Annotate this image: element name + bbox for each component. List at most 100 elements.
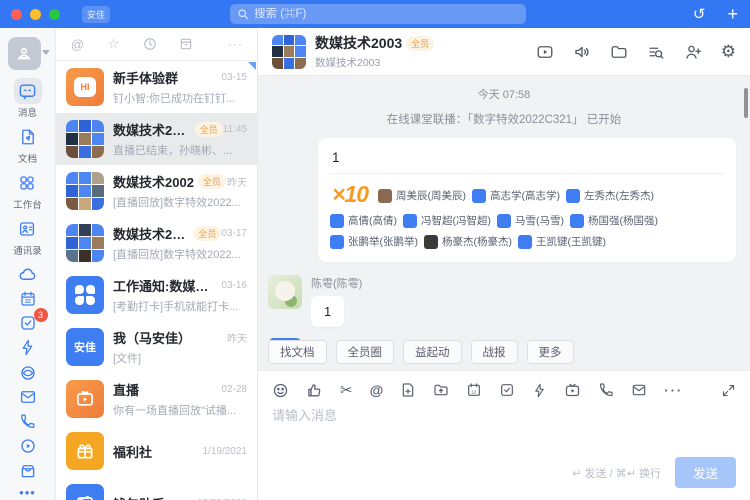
message: 陈雩(陈雩) 1: [268, 275, 750, 327]
sender-avatar[interactable]: [268, 338, 302, 340]
member-chip[interactable]: 杨国强(杨国强): [570, 213, 658, 228]
quick-action-find-doc[interactable]: 找文档: [268, 340, 327, 364]
like-multiplier: ×10: [332, 181, 368, 208]
chat-list-item-worknotice[interactable]: 工作通知:数媒技术...03-16 [考勤打卡]手机就能打卡...: [56, 269, 257, 321]
message-bubble[interactable]: 1: [311, 296, 344, 327]
scrollbar-thumb[interactable]: [744, 88, 748, 118]
avatar: [518, 235, 532, 249]
chat-list-item-2004[interactable]: 数媒技术2004全员03-17 [直播回放]数字特效2022...: [56, 217, 257, 269]
quick-action-report[interactable]: 战报: [471, 340, 518, 364]
quick-action-charity[interactable]: 益起动: [403, 340, 462, 364]
sidebar-item-clouddisk[interactable]: [15, 262, 41, 287]
member-chip[interactable]: 杨豪杰(杨豪杰): [424, 234, 512, 249]
document-icon: [14, 124, 42, 150]
expand-icon[interactable]: [721, 383, 736, 398]
sender-name: 王凯键(王凯键): [311, 338, 384, 340]
group-avatar: [66, 224, 104, 262]
gear-icon[interactable]: ⚙: [721, 42, 736, 62]
minimize-window-button[interactable]: [30, 9, 41, 20]
message-input[interactable]: [272, 405, 736, 455]
sidebar-item-docs[interactable]: 文档: [14, 124, 42, 165]
group-avatar: [66, 120, 104, 158]
sidebar-item-messages[interactable]: 消息: [14, 78, 42, 119]
mail-icon[interactable]: [631, 382, 647, 398]
member-chip[interactable]: 高志学(高志学): [472, 188, 560, 203]
send-button[interactable]: 发送: [675, 457, 736, 488]
thumbs-up-icon[interactable]: [306, 382, 323, 399]
live-video-icon[interactable]: [536, 43, 554, 61]
mention-filter-icon[interactable]: @: [70, 37, 85, 52]
member-chip[interactable]: 高倩(高倩): [330, 213, 397, 228]
calendar-icon[interactable]: 12: [466, 382, 482, 398]
mention-icon[interactable]: @: [370, 382, 384, 398]
chat-list-item-2003[interactable]: 数媒技术2003全员11:45 直播已结束，孙晓彬、...: [56, 113, 257, 165]
chat-list-item-welfare[interactable]: 福利社1/19/2021: [56, 425, 257, 477]
quick-action-more[interactable]: 更多: [527, 340, 574, 364]
sidebar-item-workbench[interactable]: 工作台: [13, 170, 42, 211]
sidebar-item-mail[interactable]: [15, 385, 41, 410]
phone-call-icon[interactable]: [598, 382, 614, 398]
sidebar-item-disc[interactable]: [15, 360, 41, 385]
chat-pane: 数媒技术2003 全员 数媒技术2003 ⚙ 今天 07:58 在线课堂联播：「…: [258, 28, 750, 500]
speaker-icon[interactable]: [573, 43, 591, 61]
folder-icon[interactable]: [610, 43, 628, 61]
chat-list-item-newbie[interactable]: HI 新手体验群03-15 钉小智:你已成功在钉钉...: [56, 61, 257, 113]
sidebar-more-icon[interactable]: •••: [19, 485, 36, 500]
member-chip[interactable]: 王凯键(王凯键): [518, 234, 606, 249]
member-chip[interactable]: 张鹏举(张鹏举): [330, 234, 418, 249]
dingtalk-window: 安佳 ↺ + 消息: [0, 0, 750, 500]
chat-subtitle: 数媒技术2003: [315, 55, 434, 70]
avatar: [570, 214, 584, 228]
sidebar-item-contacts[interactable]: 通讯录: [13, 216, 42, 257]
avatar: [472, 189, 486, 203]
screenshot-scissors-icon[interactable]: ✂: [340, 381, 353, 399]
conversation-list: @ ☆ ··· HI 新手体验群03-15 钉小智:你已成功在钉钉...: [56, 28, 258, 500]
quick-action-circle[interactable]: 全员圈: [336, 340, 395, 364]
emoji-icon[interactable]: [272, 382, 289, 399]
grid-icon: [13, 170, 41, 196]
sidebar-item-drawer[interactable]: [15, 459, 41, 484]
org-switcher[interactable]: [8, 37, 48, 70]
chat-list-item-wallet[interactable]: 钱包助手12/23/2020: [56, 477, 257, 500]
sidebar-item-todo[interactable]: 3: [15, 311, 41, 336]
global-search[interactable]: [230, 4, 526, 24]
more-icon[interactable]: ···: [228, 37, 243, 52]
workspace-tag: 安佳: [82, 6, 110, 23]
window-controls[interactable]: [11, 9, 60, 20]
chat-search-icon[interactable]: [647, 43, 665, 61]
work-notice-avatar: [66, 276, 104, 314]
member-chip[interactable]: 马雪(马雪): [497, 213, 564, 228]
sidebar-item-calendar[interactable]: 22: [15, 287, 41, 312]
add-member-icon[interactable]: [684, 43, 702, 61]
history-icon[interactable]: ↺: [693, 7, 706, 22]
star-filter-icon[interactable]: ☆: [106, 37, 121, 52]
more-icon[interactable]: ···: [664, 383, 683, 398]
member-chip[interactable]: 冯智超(冯智超): [403, 213, 491, 228]
archive-filter-icon[interactable]: [178, 37, 193, 52]
task-check-icon[interactable]: [499, 382, 515, 398]
chat-list-item-2002[interactable]: 数媒技术2002全员昨天 [直播回放]数字特效2022...: [56, 165, 257, 217]
group-avatar: HI: [66, 68, 104, 106]
sidebar-item-phone[interactable]: [15, 409, 41, 434]
file-plus-icon[interactable]: [400, 382, 416, 398]
date-divider: 今天 07:58: [258, 86, 750, 102]
close-window-button[interactable]: [11, 9, 22, 20]
like-card[interactable]: 1 ×10 周美辰(周美辰) 高志学(高志学) 左秀杰(左秀杰) 高倩(高倩) …: [318, 138, 736, 262]
search-input[interactable]: [254, 8, 519, 20]
all-staff-badge: 全员: [406, 36, 434, 51]
chat-list-item-live[interactable]: 直播02-28 你有一场直播回放"试播...: [56, 373, 257, 425]
clock-filter-icon[interactable]: [142, 37, 157, 52]
member-chip[interactable]: 左秀杰(左秀杰): [566, 188, 654, 203]
zoom-window-button[interactable]: [49, 9, 60, 20]
titlebar: 安佳 ↺ +: [0, 0, 750, 28]
live-tv-icon[interactable]: [564, 382, 581, 399]
chat-list-item-self[interactable]: 安佳 我（马安佳）昨天 [文件]: [56, 321, 257, 373]
sender-avatar[interactable]: [268, 275, 302, 309]
member-chip[interactable]: 周美辰(周美辰): [378, 188, 466, 203]
sidebar-item-flash[interactable]: [15, 336, 41, 361]
sidebar-item-replay[interactable]: [15, 434, 41, 459]
flash-icon[interactable]: [532, 383, 547, 398]
plus-icon[interactable]: +: [727, 5, 738, 23]
folder-upload-icon[interactable]: [433, 382, 449, 398]
sender-name: 陈雩(陈雩): [311, 275, 362, 291]
